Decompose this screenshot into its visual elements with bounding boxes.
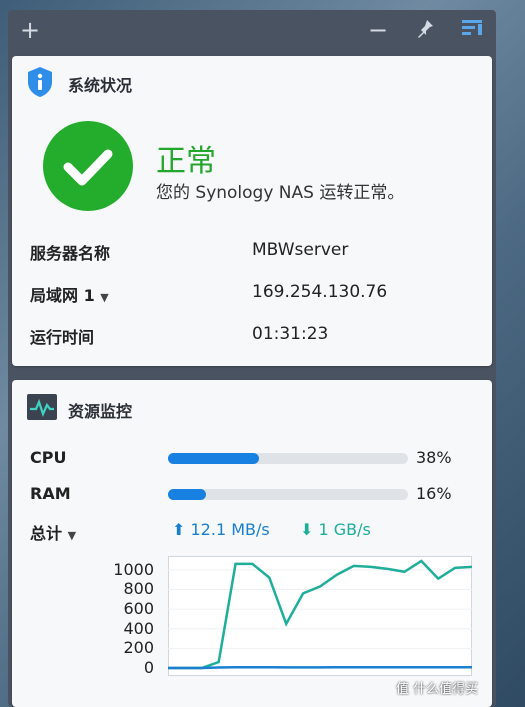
- ip-address-value: 169.254.130.76: [252, 282, 388, 302]
- upload-rate: ⬆ 12.1 MB/s: [172, 520, 270, 539]
- info-icon: [28, 67, 52, 97]
- plus-icon[interactable]: +: [18, 18, 42, 42]
- watermark: 值 什么值得买: [396, 682, 479, 697]
- download-rate: ⬇ 1 GB/s: [300, 520, 371, 539]
- upload-series-line: [168, 665, 472, 670]
- y-tick-label: 800: [123, 579, 154, 599]
- uptime-label: 运行时间: [30, 328, 95, 347]
- resource-monitor-card: 资源监控 CPU 38% RAM 16% 总计 ▼ ⬆ 12.1 MB/s ⬇ …: [12, 380, 492, 707]
- layout-icon[interactable]: [460, 18, 484, 42]
- card-title: 系统状况: [68, 76, 133, 95]
- download-value: 1 GB/s: [318, 520, 371, 539]
- system-status-card: 系统状况 正常 您的 Synology NAS 运转正常。 服务器名称 MBWs…: [12, 56, 492, 366]
- chevron-down-icon: ▼: [100, 291, 109, 304]
- network-chart: [168, 556, 472, 676]
- minus-icon[interactable]: −: [366, 18, 390, 42]
- monitor-icon: [27, 394, 57, 420]
- widget-toolbar: + −: [8, 10, 496, 50]
- status-message: 您的 Synology NAS 运转正常。: [156, 183, 405, 203]
- total-label: 总计: [30, 524, 63, 543]
- ram-usage-bar: [168, 489, 408, 500]
- y-tick-label: 0: [143, 658, 154, 677]
- server-name-value: MBWserver: [252, 240, 349, 260]
- total-selector[interactable]: 总计 ▼: [30, 520, 76, 544]
- cpu-usage-bar: [168, 453, 408, 464]
- server-name-label: 服务器名称: [30, 244, 111, 263]
- ram-usage-fill: [168, 489, 207, 500]
- status-text: 正常: [156, 144, 216, 179]
- card-title: 资源监控: [68, 402, 133, 421]
- chevron-down-icon: ▼: [67, 529, 77, 542]
- y-tick-label: 1000: [113, 559, 154, 579]
- cpu-percent: 38%: [416, 448, 452, 467]
- y-tick-label: 200: [123, 638, 154, 658]
- chart-frame: [168, 556, 472, 676]
- cpu-usage-fill: [168, 453, 260, 464]
- download-arrow-icon: ⬇: [300, 520, 314, 539]
- ram-percent: 16%: [416, 484, 452, 503]
- lan-selector[interactable]: 局域网 1 ▼: [30, 282, 109, 306]
- check-icon: [43, 121, 133, 211]
- upload-arrow-icon: ⬆: [172, 520, 186, 539]
- ram-label: RAM: [30, 484, 71, 503]
- lan-label: 局域网 1: [30, 286, 95, 305]
- pin-icon[interactable]: [413, 18, 437, 42]
- cpu-label: CPU: [30, 448, 67, 467]
- widget-panel: + − 系统状况 正常 您的 Synology NAS 运转正常。 服务器名称 …: [8, 10, 496, 707]
- upload-value: 12.1 MB/s: [190, 520, 270, 539]
- y-tick-label: 400: [123, 618, 154, 638]
- uptime-value: 01:31:23: [252, 324, 329, 344]
- y-tick-label: 600: [123, 599, 154, 619]
